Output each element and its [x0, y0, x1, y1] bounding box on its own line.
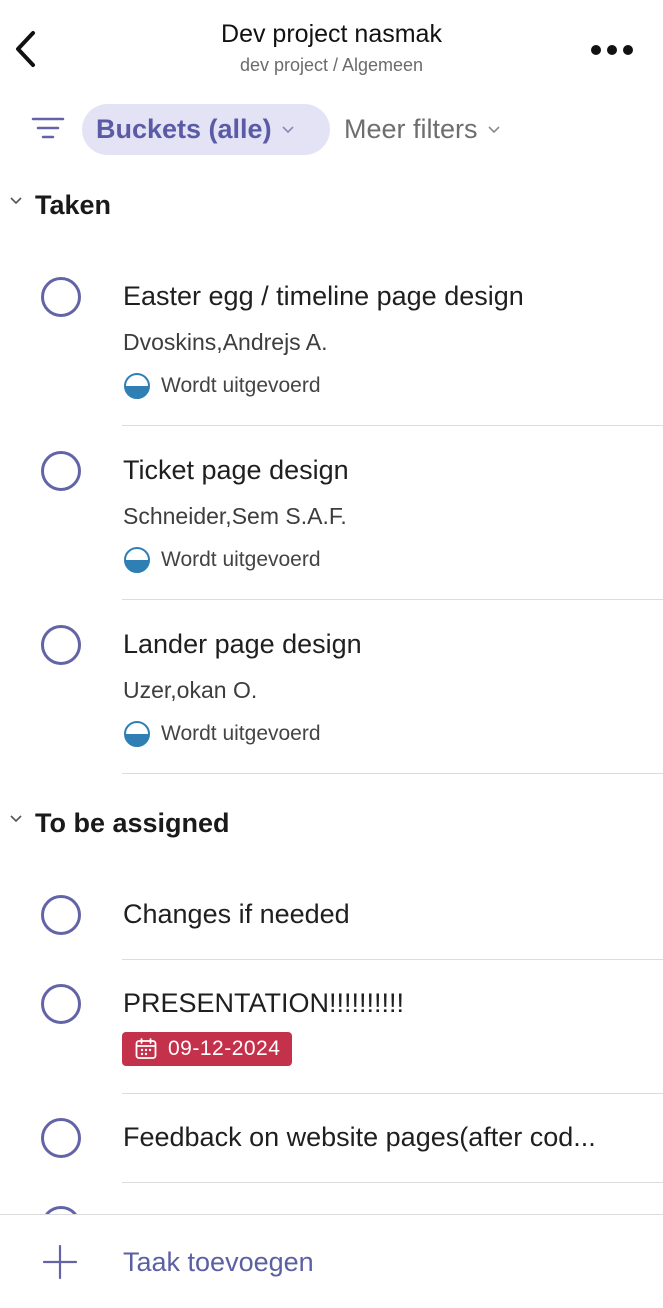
due-date-badge: 09-12-2024 — [122, 1032, 293, 1066]
section-title: Taken — [35, 189, 112, 220]
divider — [122, 599, 663, 600]
buckets-filter-label: Buckets (alle) — [96, 114, 272, 144]
section-header-taken[interactable]: Taken — [0, 185, 663, 225]
chevron-down-icon — [487, 125, 500, 133]
due-date: 09-12-2024 — [168, 1037, 281, 1060]
more-options-button[interactable] — [591, 38, 633, 62]
complete-task-checkbox[interactable] — [41, 895, 81, 935]
title-block: Dev project nasmak dev project / Algemee… — [120, 18, 543, 78]
task-title[interactable]: Lander page design — [123, 629, 639, 660]
complete-task-checkbox[interactable] — [41, 984, 81, 1024]
in-progress-icon — [124, 721, 150, 747]
header: Dev project nasmak dev project / Algemee… — [0, 0, 663, 90]
status-label: Wordt uitgevoerd — [161, 722, 321, 745]
task-title[interactable]: Changes if needed — [123, 899, 639, 930]
chevron-down-icon — [10, 815, 22, 823]
task-title[interactable]: PRESENTATION!!!!!!!!!! — [123, 988, 639, 1019]
task-status: Wordt uitgevoerd — [123, 546, 321, 574]
plus-icon — [42, 1244, 78, 1280]
more-filters-label: Meer filters — [344, 114, 478, 144]
more-filters-button[interactable]: Meer filters — [344, 104, 500, 155]
buckets-filter-button[interactable]: Buckets (alle) — [82, 104, 330, 155]
divider — [122, 773, 663, 774]
divider — [122, 959, 663, 960]
breadcrumb: dev project / Algemeen — [239, 55, 424, 75]
complete-task-checkbox[interactable] — [41, 1118, 81, 1158]
add-task-label: Taak toevoegen — [123, 1246, 314, 1277]
task-assignee: Schneider,Sem S.A.F. — [123, 503, 347, 529]
chevron-down-icon — [282, 125, 294, 133]
page-title: Dev project nasmak — [221, 20, 442, 48]
divider — [122, 1182, 663, 1183]
complete-task-checkbox[interactable] — [41, 451, 81, 491]
task-status: Wordt uitgevoerd — [123, 372, 321, 400]
back-button[interactable] — [8, 28, 44, 70]
task-status: Wordt uitgevoerd — [123, 720, 321, 748]
filter-bar: Buckets (alle) Meer filters — [0, 104, 663, 156]
task-assignee: Uzer,okan O. — [123, 677, 258, 703]
task-assignee: Dvoskins,Andrejs A. — [123, 329, 328, 355]
more-horizontal-icon — [591, 45, 601, 55]
chevron-left-icon — [16, 31, 35, 67]
status-label: Wordt uitgevoerd — [161, 548, 321, 571]
task-title[interactable]: Feedback on website pages(after cod... — [123, 1122, 639, 1153]
in-progress-icon — [124, 547, 150, 573]
task-title[interactable]: Ticket page design — [123, 455, 639, 486]
section-header-to-be-assigned[interactable]: To be assigned — [0, 803, 663, 843]
task-title[interactable]: Easter egg / timeline page design — [123, 281, 639, 312]
divider — [122, 1093, 663, 1094]
complete-task-checkbox[interactable] — [41, 625, 81, 665]
add-task-button[interactable]: Taak toevoegen — [40, 1241, 314, 1283]
chevron-down-icon — [10, 197, 22, 205]
complete-task-checkbox[interactable] — [41, 277, 81, 317]
in-progress-icon — [124, 373, 150, 399]
calendar-icon — [135, 1038, 157, 1059]
footer-bar: Taak toevoegen — [0, 1214, 663, 1308]
status-label: Wordt uitgevoerd — [161, 374, 321, 397]
divider — [122, 425, 663, 426]
section-title: To be assigned — [35, 807, 230, 838]
filter-lines-icon[interactable] — [30, 115, 66, 143]
